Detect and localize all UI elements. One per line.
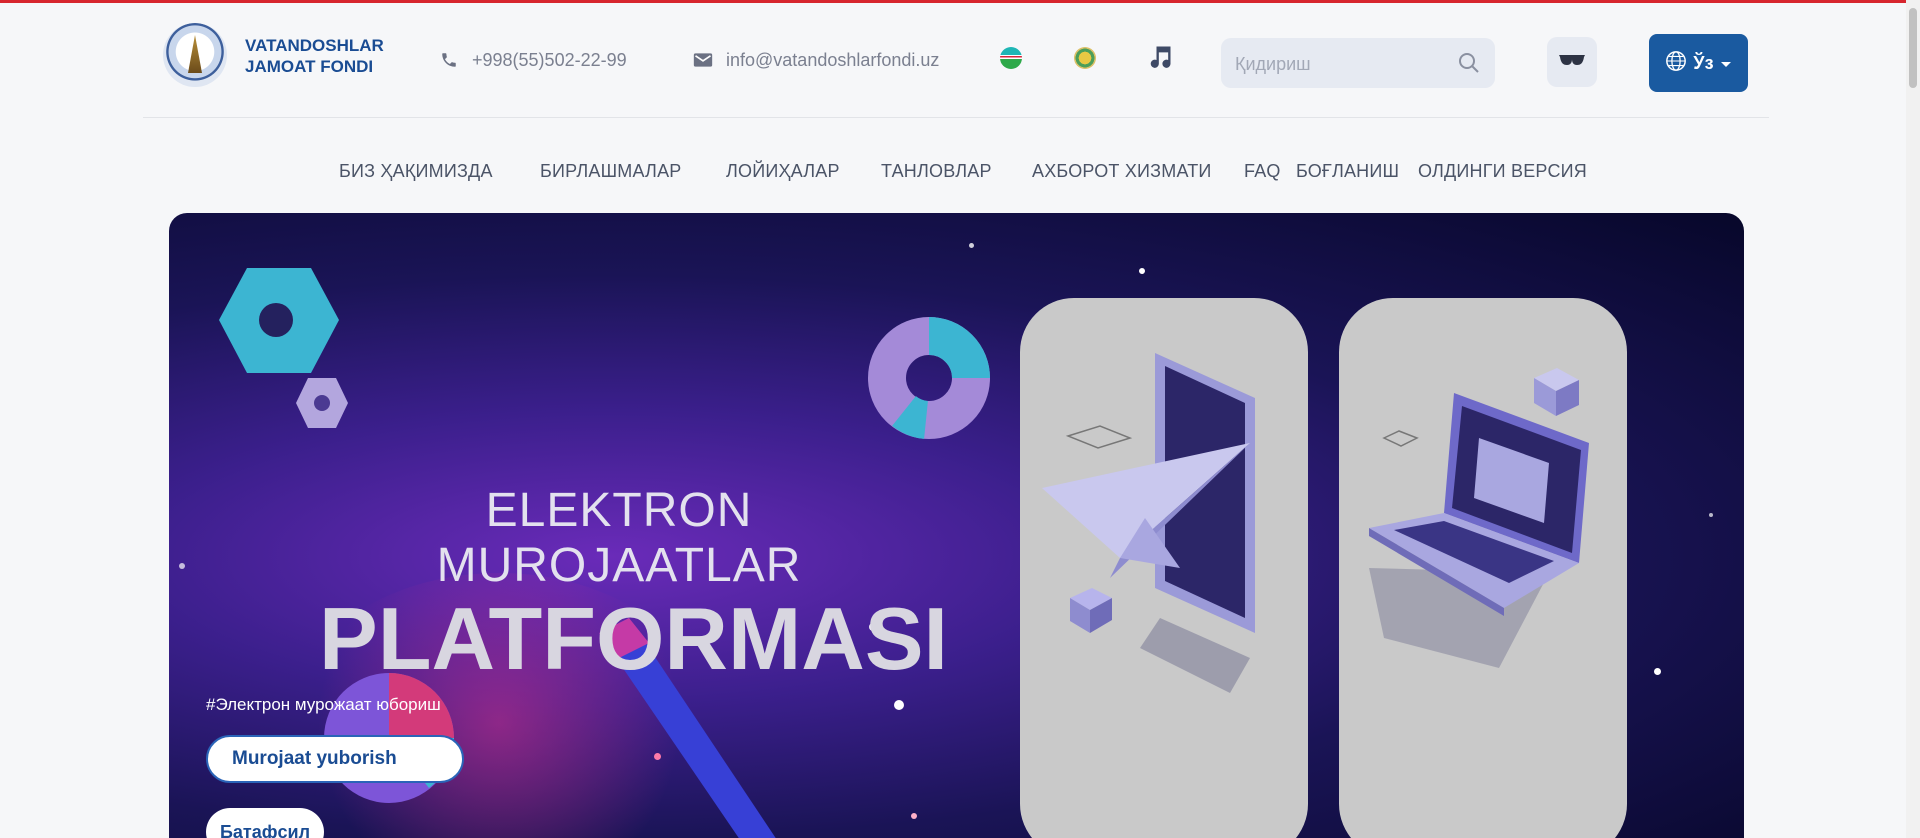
nav-item-faq[interactable]: FAQ	[1244, 161, 1281, 182]
nav-item-contests[interactable]: ТАНЛОВЛАР	[881, 161, 992, 182]
nav-item-press-service[interactable]: АХБОРОТ ХИЗМАТИ	[1032, 161, 1212, 182]
laptop-icon	[1369, 368, 1589, 668]
logo[interactable]	[163, 23, 227, 87]
phone-illustration-card	[1020, 298, 1308, 838]
phone-contact[interactable]: +998(55)502-22-99	[438, 49, 627, 71]
small-nut-icon	[296, 378, 348, 428]
laptop-illustration-card	[1339, 298, 1627, 838]
hero-hashtag: #Электрон мурожаат юбориш	[206, 695, 441, 714]
nav-item-projects[interactable]: ЛОЙИҲАЛАР	[726, 161, 840, 182]
phone-icon	[438, 49, 460, 71]
phone-paper-plane-icon	[1042, 353, 1255, 693]
mail-icon	[692, 49, 714, 71]
scrollbar-thumb[interactable]	[1909, 8, 1917, 88]
main-nav: БИЗ ҲАҚИМИЗДА БИРЛАШМАЛАР ЛОЙИҲАЛАР ТАНЛ…	[0, 150, 1906, 194]
hero-title: ELEKTRON MUROJAATLAR PLATFORMASI	[319, 483, 948, 688]
search-box[interactable]	[1221, 38, 1495, 90]
send-request-button[interactable]: Murojaat yuborish	[206, 735, 464, 783]
header-divider	[143, 117, 1769, 118]
email-contact[interactable]: info@vatandoshlarfondi.uz	[692, 49, 939, 71]
language-label: Ўз	[1693, 52, 1714, 73]
phone-number: +998(55)502-22-99	[472, 49, 627, 70]
email-address: info@vatandoshlarfondi.uz	[726, 49, 940, 70]
language-selector[interactable]: Ўз	[1649, 34, 1748, 92]
hero-banner: ELEKTRON MUROJAATLAR PLATFORMASI #Электр…	[169, 213, 1744, 838]
donut-chart-icon	[868, 317, 990, 439]
search-input[interactable]	[1233, 38, 1447, 90]
uz-emblem-icon[interactable]	[1074, 47, 1096, 69]
nav-item-about[interactable]: БИЗ ҲАҚИМИЗДА	[339, 161, 493, 182]
caret-down-icon	[1720, 53, 1732, 74]
glasses-icon	[1558, 53, 1586, 72]
nav-item-previous-version[interactable]: ОЛДИНГИ ВЕРСИЯ	[1418, 161, 1587, 182]
site-header: VATANDOSHLAR JAMOAT FONDI +998(55)502-22…	[0, 3, 1906, 118]
uz-flag-icon[interactable]	[1000, 47, 1022, 69]
org-name[interactable]: VATANDOSHLAR JAMOAT FONDI	[245, 35, 395, 77]
nav-item-associations[interactable]: БИРЛАШМАЛАР	[540, 161, 681, 182]
page-scrollbar[interactable]	[1906, 0, 1920, 838]
hero-title-line1: ELEKTRON MUROJAATLAR	[436, 484, 802, 592]
org-name-line1: VATANDOSHLAR	[245, 36, 384, 55]
music-note-icon[interactable]	[1146, 43, 1174, 71]
accessibility-button[interactable]	[1547, 37, 1597, 87]
more-details-button[interactable]: Батафсил	[206, 808, 324, 838]
hexagon-nut-icon	[219, 268, 339, 373]
org-name-line2: JAMOAT FONDI	[245, 57, 374, 76]
nav-item-contact[interactable]: БОҒЛАНИШ	[1296, 161, 1399, 182]
globe-icon	[1665, 50, 1687, 77]
hero-title-line2: PLATFORMASI	[319, 589, 948, 688]
search-icon[interactable]	[1457, 51, 1481, 75]
